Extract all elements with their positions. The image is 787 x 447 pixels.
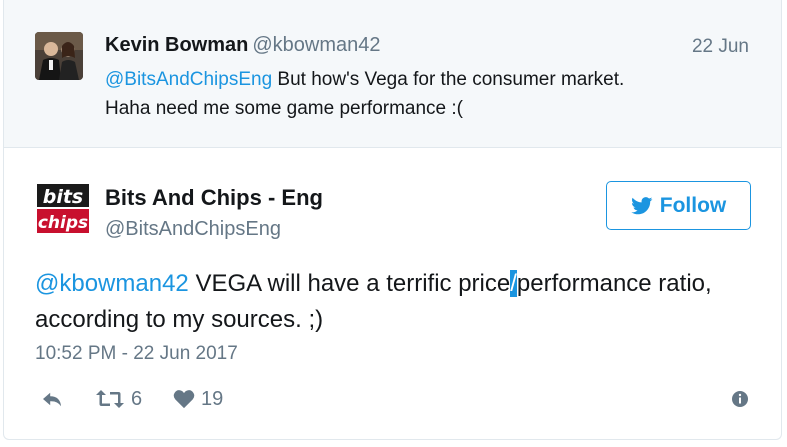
info-button[interactable]: [731, 385, 749, 413]
follow-label: Follow: [659, 193, 727, 217]
parent-text-line2: Haha need me some game performance :(: [105, 98, 464, 119]
reply-icon: [43, 392, 61, 407]
reply-button[interactable]: [41, 385, 63, 413]
logo-text-top: bits: [43, 186, 84, 208]
main-text-part1: VEGA will have a terrific price: [188, 270, 511, 297]
tweet-embed: Kevin Bowman @kbowman42 22 Jun @BitsAndCh…: [3, 0, 782, 440]
like-button[interactable]: 19: [173, 385, 223, 413]
main-author-handle[interactable]: @BitsAndChipsEng: [105, 218, 281, 241]
tweet-actions: 6 19: [35, 385, 755, 413]
like-count: 19: [201, 387, 224, 410]
text-selection-cursor: /: [510, 270, 517, 297]
main-tweet-text: @kbowman42 VEGA will have a terrific pri…: [35, 266, 765, 338]
parent-text-line1: But how's Vega for the consumer market.: [272, 69, 625, 90]
bits-and-chips-logo[interactable]: bits chips: [35, 181, 91, 237]
parent-mention-link[interactable]: @BitsAndChipsEng: [105, 69, 272, 90]
main-mention-link[interactable]: @kbowman42: [35, 270, 189, 297]
parent-author-name[interactable]: Kevin Bowman: [105, 34, 248, 56]
tweet-timestamp[interactable]: 10:52 PM - 22 Jun 2017: [35, 343, 238, 365]
heart-icon: [173, 390, 195, 409]
retweet-button[interactable]: 6: [95, 385, 142, 413]
parent-date[interactable]: 22 Jun: [692, 36, 749, 58]
follow-button[interactable]: Follow: [606, 181, 751, 230]
main-author-name[interactable]: Bits And Chips - Eng: [105, 185, 323, 211]
parent-author[interactable]: Kevin Bowman @kbowman42: [105, 34, 381, 57]
parent-tweet[interactable]: Kevin Bowman @kbowman42 22 Jun @BitsAndCh…: [4, 0, 781, 148]
parent-tweet-text: @BitsAndChipsEng But how's Vega for the …: [105, 65, 745, 123]
retweet-icon: [96, 390, 124, 408]
parent-author-handle[interactable]: @kbowman42: [252, 34, 380, 56]
info-icon: [732, 391, 748, 407]
parent-avatar[interactable]: [35, 32, 83, 80]
retweet-count: 6: [131, 387, 143, 410]
twitter-bird-icon: [630, 196, 653, 214]
logo-text-bottom: chips: [38, 213, 88, 233]
